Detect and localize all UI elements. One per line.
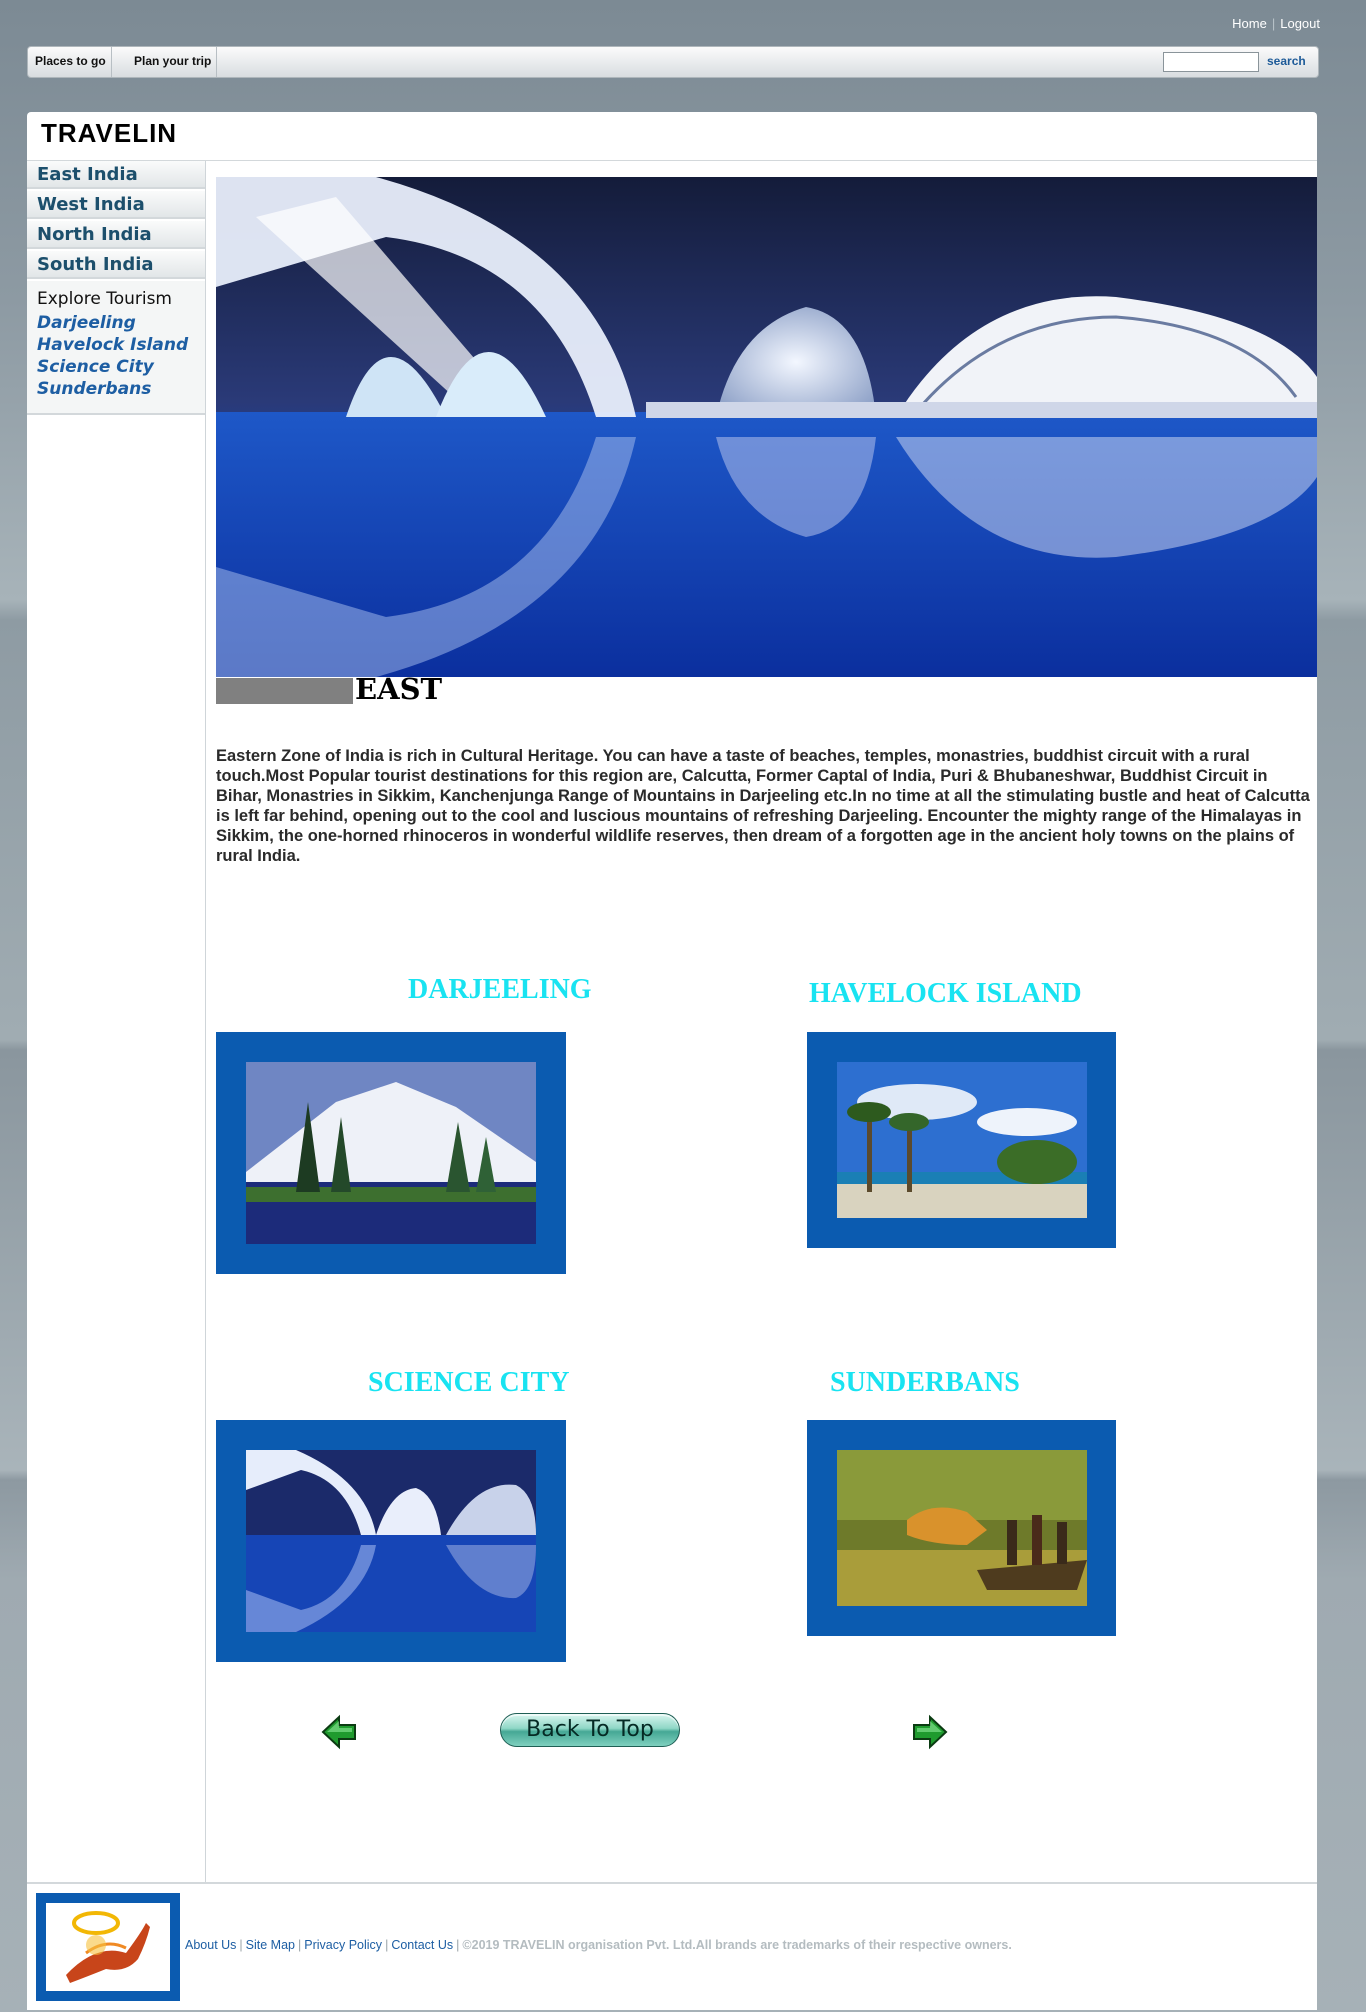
logout-link[interactable]: Logout <box>1280 16 1320 31</box>
separator: | <box>239 1938 243 1952</box>
separator: | <box>385 1938 389 1952</box>
separator: | <box>298 1938 302 1952</box>
copyright-text: ©2019 TRAVELIN organisation Pvt. Ltd.All… <box>462 1938 1012 1952</box>
explore-link-havelock-island[interactable]: Havelock Island <box>37 335 188 355</box>
divider <box>27 160 1317 161</box>
back-to-top-button[interactable]: Back To Top <box>500 1713 680 1747</box>
destination-title-havelock-island[interactable]: HAVELOCK ISLAND <box>809 978 1082 1010</box>
destination-title-darjeeling[interactable]: DARJEELING <box>408 974 592 1006</box>
separator: | <box>1271 16 1276 31</box>
explore-link-science-city[interactable]: Science City <box>37 357 154 377</box>
palm-beach-photo <box>837 1062 1087 1218</box>
arrow-right-icon[interactable] <box>910 1712 950 1752</box>
footer-link-contact-us[interactable]: Contact Us <box>391 1938 453 1952</box>
kangaroo-logo-icon <box>46 1903 170 1991</box>
footer-links: About Us | Site Map | Privacy Policy | Contact… <box>185 1938 1012 1952</box>
section-marker-bar <box>216 678 353 704</box>
sidebar: East India West India North India South … <box>27 161 206 1882</box>
sidebar-item-north-india[interactable]: North India <box>27 221 205 249</box>
main-panel: TRAVELIN East India West India North Ind… <box>27 112 1317 2010</box>
footer-link-site-map[interactable]: Site Map <box>246 1938 295 1952</box>
tiger-boat-photo <box>837 1450 1087 1606</box>
explore-tourism-title: Explore Tourism <box>37 289 172 309</box>
mountain-lake-photo <box>246 1062 536 1244</box>
hero-image <box>216 177 1317 677</box>
destination-card-darjeeling[interactable] <box>216 1032 566 1274</box>
sidebar-item-east-india[interactable]: East India <box>27 161 205 189</box>
footer-link-about-us[interactable]: About Us <box>185 1938 236 1952</box>
company-logo <box>36 1893 180 2001</box>
nav-item-plan-your-trip[interactable]: Plan your trip <box>129 47 218 77</box>
explore-tourism-box: Explore Tourism Darjeeling Havelock Isla… <box>27 281 205 415</box>
search-input[interactable] <box>1163 52 1259 72</box>
destination-title-sunderbans[interactable]: SUNDERBANS <box>830 1367 1020 1399</box>
home-link[interactable]: Home <box>1232 16 1267 31</box>
arrow-left-icon[interactable] <box>319 1712 359 1752</box>
destination-card-sunderbans[interactable] <box>807 1420 1116 1636</box>
explore-link-darjeeling[interactable]: Darjeeling <box>37 313 136 333</box>
explore-link-sunderbans[interactable]: Sunderbans <box>37 379 151 399</box>
nav-item-places-to-go[interactable]: Places to go <box>30 47 112 77</box>
destination-title-science-city[interactable]: SCIENCE CITY <box>368 1367 570 1399</box>
section-description: Eastern Zone of India is rich in Cultura… <box>216 747 1310 865</box>
footer-link-privacy-policy[interactable]: Privacy Policy <box>304 1938 382 1952</box>
top-links: Home | Logout <box>1232 16 1320 31</box>
sidebar-item-south-india[interactable]: South India <box>27 251 205 279</box>
section-title: EAST <box>355 672 443 706</box>
footer-divider <box>27 1882 1317 1884</box>
futuristic-architecture-photo <box>246 1450 536 1632</box>
destination-card-havelock-island[interactable] <box>807 1032 1116 1248</box>
site-logo-text: TRAVELIN <box>41 118 178 148</box>
main-navbar: Places to go Plan your trip search <box>27 46 1319 78</box>
search-button[interactable]: search <box>1267 47 1306 75</box>
sidebar-item-west-india[interactable]: West India <box>27 191 205 219</box>
destination-card-science-city[interactable] <box>216 1420 566 1662</box>
separator: | <box>456 1938 460 1952</box>
